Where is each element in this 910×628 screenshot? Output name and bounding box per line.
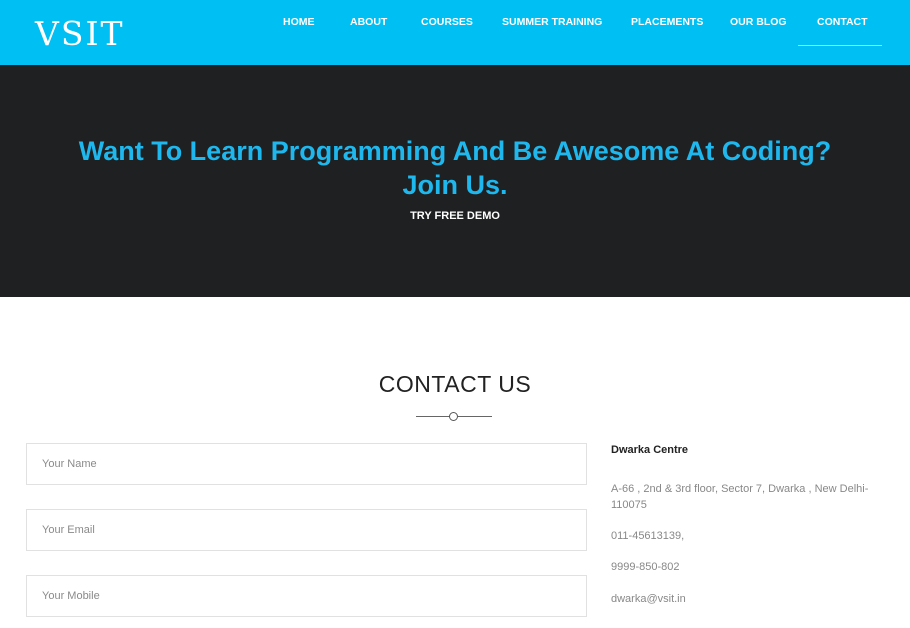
active-nav-underline: [798, 45, 882, 46]
email-input[interactable]: [26, 509, 587, 551]
nav-courses[interactable]: COURSES: [421, 16, 473, 28]
nav-placements[interactable]: PLACEMENTS: [631, 16, 703, 28]
centre-address: A-66 , 2nd & 3rd floor, Sector 7, Dwarka…: [611, 483, 869, 511]
centre-email[interactable]: dwarka@vsit.in: [611, 591, 881, 607]
nav-about[interactable]: ABOUT: [350, 16, 387, 28]
centre-name: Dwarka Centre: [611, 444, 689, 456]
mobile-input[interactable]: [26, 575, 587, 617]
site-logo[interactable]: VSIT: [35, 14, 125, 53]
nav-home[interactable]: HOME: [283, 16, 315, 28]
hero-banner: Want To Learn Programming And Be Awesome…: [0, 65, 910, 297]
nav-our-blog[interactable]: OUR BLOG: [730, 16, 787, 28]
divider-line-left: [416, 416, 450, 417]
centre-phone-2: 9999-850-802: [611, 561, 680, 573]
section-divider: [416, 411, 492, 421]
divider-line-right: [458, 416, 492, 417]
divider-dot-icon: [449, 412, 458, 421]
contact-section-title: CONTACT US: [378, 371, 532, 397]
centre-phone-1: 011-45613139,: [611, 530, 685, 542]
nav-contact[interactable]: CONTACT: [817, 16, 868, 28]
hero-heading-line-1: Want To Learn Programming And Be Awesome…: [78, 136, 832, 166]
nav-summer-training[interactable]: SUMMER TRAINING: [502, 16, 602, 28]
hero-cta-wrapper: TRY FREE DEMO: [0, 210, 910, 222]
top-navbar: VSIT HOME ABOUT COURSES SUMMER TRAINING …: [0, 0, 910, 65]
name-input[interactable]: [26, 443, 587, 485]
hero-heading: Want To Learn Programming And Be Awesome…: [0, 134, 910, 202]
try-free-demo-link[interactable]: TRY FREE DEMO: [410, 210, 500, 222]
hero-heading-line-2: Join Us.: [402, 170, 508, 200]
